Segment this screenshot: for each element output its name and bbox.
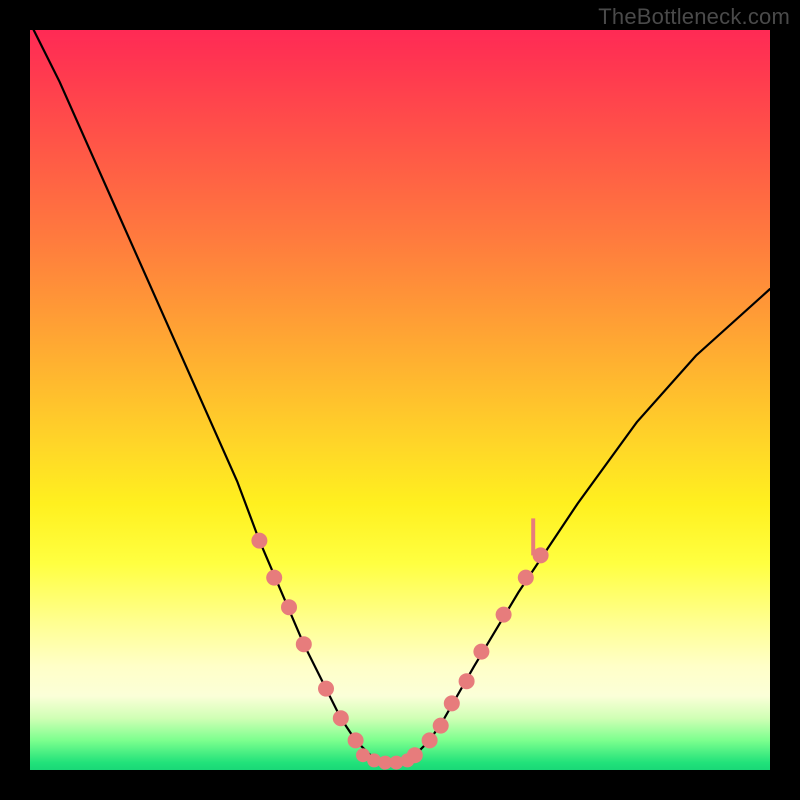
- attribution-label: TheBottleneck.com: [598, 4, 790, 30]
- curve-markers: [251, 518, 548, 769]
- plot-area: [30, 30, 770, 770]
- chart-frame: TheBottleneck.com: [0, 0, 800, 800]
- bottleneck-curve: [30, 30, 770, 770]
- curve-line: [30, 23, 770, 763]
